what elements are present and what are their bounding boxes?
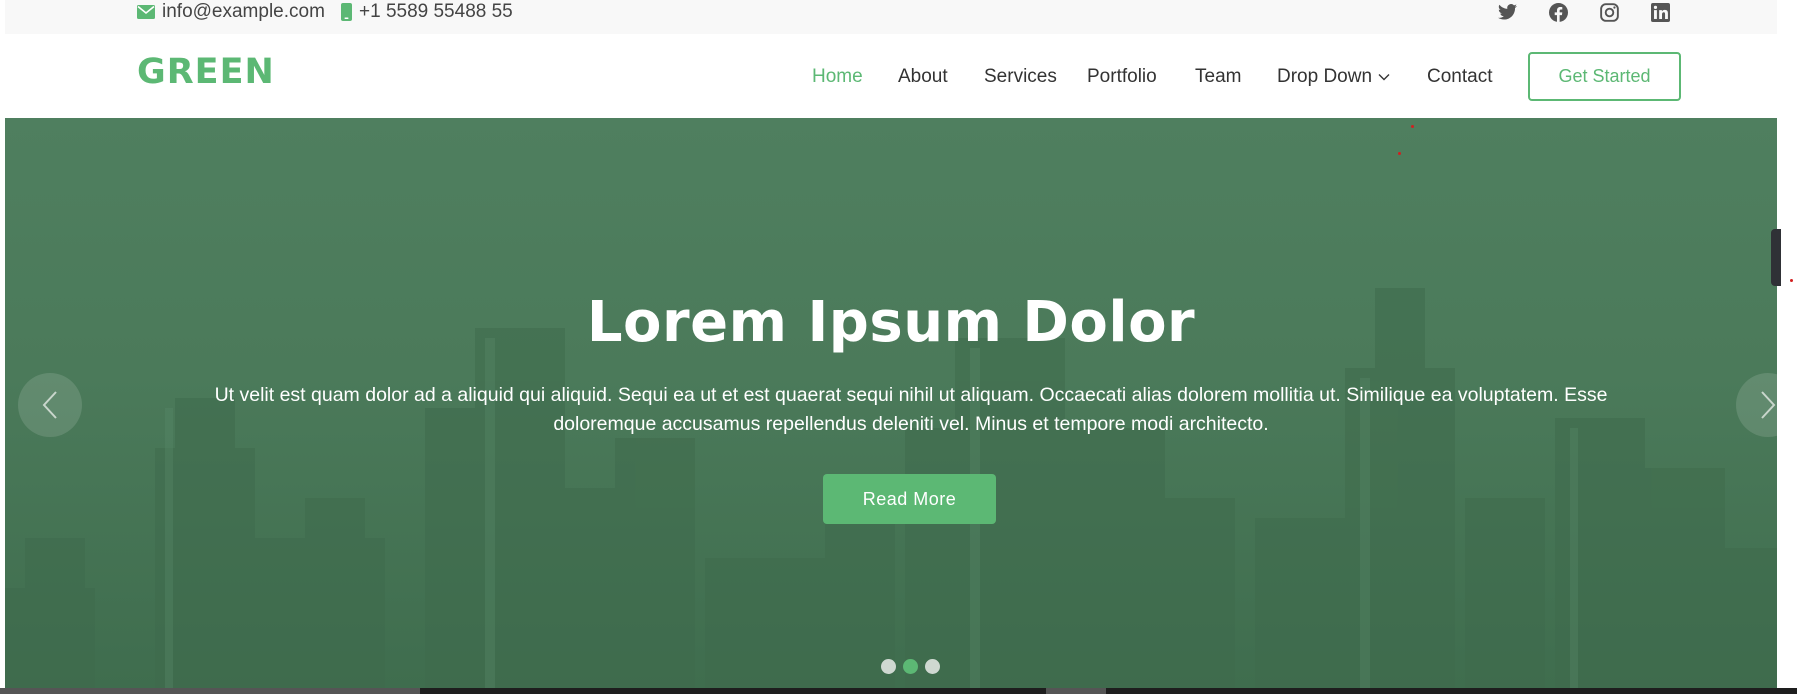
hero-description-line-1: Ut velit est quam dolor ad a aliquid qui… (214, 384, 1608, 406)
linkedin-icon[interactable] (1646, 0, 1674, 24)
email-text: info@example.com (162, 1, 325, 22)
get-started-button[interactable]: Get Started (1528, 52, 1681, 101)
right-edge-strip (1777, 0, 1797, 694)
page: info@example.com +1 5589 55488 55 GREEN … (5, 0, 1777, 688)
hero-description: Ut velit est quam dolor ad a aliquid qui… (185, 381, 1637, 439)
facebook-icon[interactable] (1544, 0, 1572, 24)
marker-dot (1398, 152, 1401, 155)
instagram-icon[interactable] (1595, 0, 1623, 24)
hero-title: Lorem Ipsum Dolor (586, 290, 1196, 355)
header: GREEN Home About Services Portfolio Team… (5, 34, 1777, 118)
nav-contact[interactable]: Contact (1427, 66, 1492, 88)
chevron-right-icon (1761, 391, 1776, 419)
twitter-icon[interactable] (1493, 0, 1521, 24)
nav-team[interactable]: Team (1195, 66, 1241, 88)
carousel-dot-3[interactable] (925, 659, 940, 674)
hero-carousel: Lorem Ipsum Dolor Ut velit est quam dolo… (5, 118, 1777, 688)
phone-icon (341, 3, 352, 21)
side-panel-tab[interactable] (1771, 229, 1781, 286)
nav-portfolio[interactable]: Portfolio (1087, 66, 1157, 88)
chevron-down-icon (1378, 74, 1390, 81)
phone-contact[interactable]: +1 5589 55488 55 (341, 0, 513, 24)
topbar: info@example.com +1 5589 55488 55 (5, 0, 1777, 34)
scrollbar-segment[interactable] (1046, 688, 1106, 694)
nav-dropdown-label: Drop Down (1277, 66, 1373, 87)
carousel-prev-button[interactable] (18, 373, 82, 437)
logo[interactable]: GREEN (137, 52, 275, 92)
read-more-button[interactable]: Read More (823, 474, 996, 524)
carousel-dot-1[interactable] (881, 659, 896, 674)
nav-home[interactable]: Home (812, 66, 863, 88)
envelope-icon (137, 5, 155, 19)
carousel-dot-2[interactable] (903, 659, 918, 674)
phone-text: +1 5589 55488 55 (359, 1, 513, 22)
marker-dot (1411, 125, 1414, 128)
nav-dropdown[interactable]: Drop Down (1277, 66, 1390, 88)
nav-about[interactable]: About (898, 66, 948, 88)
carousel-indicators (881, 659, 940, 674)
bottom-scrollbar (0, 688, 1797, 694)
scrollbar-segment[interactable] (0, 688, 420, 694)
chevron-left-icon (42, 391, 57, 419)
hero-description-line-2: doloremque accusamus repellendus delenit… (553, 413, 1269, 435)
nav-services[interactable]: Services (984, 66, 1057, 88)
marker-dot (1790, 279, 1793, 282)
email-contact[interactable]: info@example.com (137, 0, 325, 24)
